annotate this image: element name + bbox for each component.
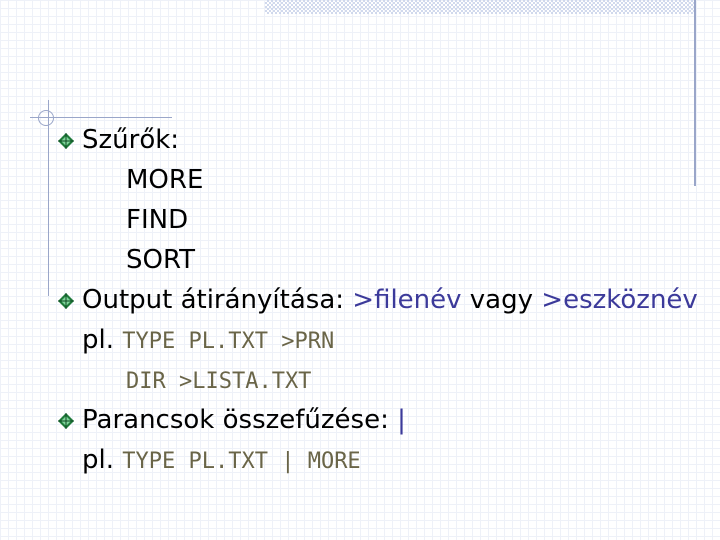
example-label: pl. <box>82 325 123 355</box>
diamond-bullet-icon <box>58 133 74 149</box>
redirection-example-line-2: DIR >LISTA.TXT <box>58 360 708 400</box>
filters-heading-line: Szűrők: <box>58 120 708 160</box>
diamond-bullet-icon <box>58 293 74 309</box>
example-label: pl. <box>82 445 123 475</box>
filter-item: FIND <box>126 205 189 235</box>
redirection-example-line: pl. TYPE PL.TXT >PRN <box>58 320 708 360</box>
piping-example-line: pl. TYPE PL.TXT | MORE <box>58 440 708 480</box>
redirection-example-code: TYPE PL.TXT >PRN <box>122 329 335 354</box>
frame-circle-ornament <box>38 110 54 126</box>
slide-content: Szűrők: MORE FIND SORT Output átirányítá… <box>58 120 708 480</box>
piping-example-code: TYPE PL.TXT | MORE <box>122 449 361 474</box>
filters-heading: Szűrők: <box>82 125 180 155</box>
top-decorative-band <box>265 0 695 14</box>
redirection-or-word: vagy <box>461 285 542 315</box>
piping-heading-line: Parancsok összefűzése: | <box>58 400 708 440</box>
redirection-target-file: >filenév <box>352 285 462 315</box>
redirection-heading: Output átirányítása: <box>82 285 353 315</box>
frame-vertical-line <box>48 100 49 296</box>
filter-item: MORE <box>126 165 204 195</box>
piping-heading: Parancsok összefűzése: <box>82 405 398 435</box>
filter-item: SORT <box>126 245 196 275</box>
redirection-target-device: >eszköznév <box>541 285 698 315</box>
diamond-bullet-icon <box>58 413 74 429</box>
pipe-symbol: | <box>397 405 406 435</box>
redirection-example-code: DIR >LISTA.TXT <box>126 369 312 394</box>
redirection-heading-line: Output átirányítása: >filenév vagy >eszk… <box>58 280 708 320</box>
